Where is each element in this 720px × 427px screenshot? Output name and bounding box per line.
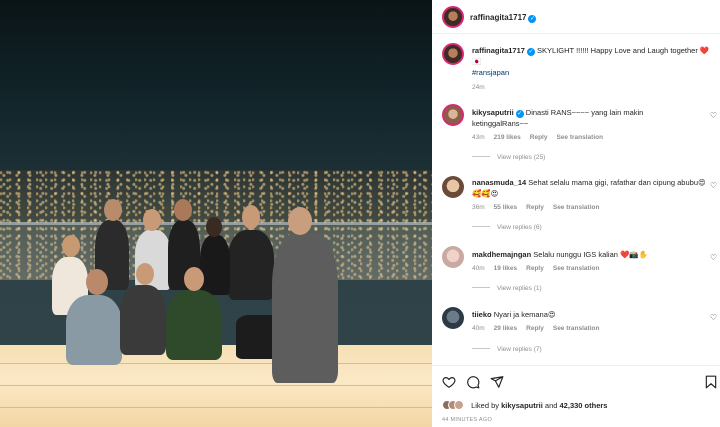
caption: raffinagita1717 ✓ SKYLIGHT !!!!!! Happy L… bbox=[472, 45, 712, 78]
post-timestamp: 44 MINUTES AGO bbox=[442, 417, 493, 423]
heart-icon[interactable] bbox=[442, 375, 456, 389]
reply-button[interactable]: Reply bbox=[530, 134, 548, 141]
comment-meta: 43m 219 likes Reply See translation bbox=[472, 134, 612, 141]
comment-like-heart-icon[interactable]: ♡ bbox=[710, 313, 717, 322]
view-replies-label[interactable]: View replies (6) bbox=[497, 224, 542, 231]
comment-meta: 40m 19 likes Reply See translation bbox=[472, 265, 608, 272]
comment-like-heart-icon[interactable]: ♡ bbox=[710, 253, 717, 262]
comment-time: 36m bbox=[472, 204, 485, 211]
person-head bbox=[104, 199, 122, 221]
person bbox=[166, 290, 222, 360]
comment-likes[interactable]: 19 likes bbox=[494, 265, 518, 272]
comment-time: 40m bbox=[472, 325, 485, 332]
post-header: raffinagita1717 ✓ bbox=[432, 0, 720, 34]
liked-by-and: and bbox=[544, 401, 558, 410]
comment-meta: 36m 55 likes Reply See translation bbox=[472, 204, 608, 211]
bookmark-icon[interactable] bbox=[705, 375, 717, 389]
post-photo[interactable] bbox=[0, 0, 432, 427]
caption-username[interactable]: raffinagita1717 bbox=[472, 46, 525, 55]
view-replies-button[interactable]: View replies (1) bbox=[472, 285, 542, 292]
view-replies-button[interactable]: View replies (25) bbox=[472, 154, 545, 161]
author-username-text[interactable]: raffinagita1717 bbox=[470, 13, 526, 22]
group-of-people bbox=[50, 195, 390, 405]
post-actions bbox=[442, 375, 717, 391]
liker-avatar bbox=[454, 400, 464, 410]
author-avatar[interactable] bbox=[442, 6, 464, 28]
person-head bbox=[143, 209, 161, 231]
floor-seam bbox=[0, 407, 432, 408]
comment-likes[interactable]: 29 likes bbox=[494, 325, 518, 332]
comment-like-heart-icon[interactable]: ♡ bbox=[710, 111, 717, 120]
caption-time: 24m bbox=[472, 84, 485, 91]
comment-like-heart-icon[interactable]: ♡ bbox=[710, 181, 717, 190]
post-sidebar: raffinagita1717 ✓ raffinagita1717 ✓ SKYLIG… bbox=[432, 0, 720, 427]
view-replies-label[interactable]: View replies (7) bbox=[497, 346, 542, 353]
person bbox=[66, 295, 122, 365]
person-head bbox=[206, 217, 222, 237]
person-head bbox=[288, 207, 312, 235]
person bbox=[120, 285, 166, 355]
comment-meta: 40m 29 likes Reply See translation bbox=[472, 325, 608, 332]
commenter-avatar[interactable] bbox=[442, 104, 464, 126]
caption-avatar[interactable] bbox=[442, 43, 464, 65]
view-replies-button[interactable]: View replies (7) bbox=[472, 346, 542, 353]
reply-button[interactable]: Reply bbox=[526, 204, 544, 211]
view-replies-button[interactable]: View replies (6) bbox=[472, 224, 542, 231]
comment: tiieko Nyari ja kemana😍 bbox=[472, 309, 707, 320]
comment-time: 40m bbox=[472, 265, 485, 272]
see-translation-button[interactable]: See translation bbox=[556, 134, 603, 141]
person bbox=[200, 235, 230, 295]
reply-button[interactable]: Reply bbox=[526, 265, 544, 272]
view-replies-label[interactable]: View replies (25) bbox=[497, 154, 545, 161]
replies-divider bbox=[472, 348, 490, 349]
person bbox=[272, 233, 338, 383]
liked-by-user[interactable]: kikysaputrii bbox=[501, 401, 543, 410]
liked-by: Liked by kikysaputrii and 42,330 others bbox=[442, 400, 607, 410]
comment-username[interactable]: tiieko bbox=[472, 310, 492, 319]
author-username[interactable]: raffinagita1717 ✓ bbox=[470, 13, 537, 23]
person-head bbox=[184, 267, 204, 291]
see-translation-button[interactable]: See translation bbox=[553, 204, 600, 211]
hashtag-link[interactable]: #ransjapan bbox=[472, 68, 509, 77]
person-head bbox=[174, 199, 192, 221]
person-head bbox=[86, 269, 108, 295]
share-icon[interactable] bbox=[490, 375, 504, 389]
commenter-avatar[interactable] bbox=[442, 246, 464, 268]
view-replies-label[interactable]: View replies (1) bbox=[497, 285, 542, 292]
comment-text: Selalu nunggu IGS kalian ❤️📸✋ bbox=[533, 250, 649, 259]
replies-divider bbox=[472, 226, 490, 227]
verified-badge-icon: ✓ bbox=[528, 15, 537, 23]
comment: makdhemajngan Selalu nunggu IGS kalian ❤… bbox=[472, 249, 707, 260]
reply-button[interactable]: Reply bbox=[526, 325, 544, 332]
likes-count[interactable]: 42,330 others bbox=[560, 401, 608, 410]
see-translation-button[interactable]: See translation bbox=[553, 265, 600, 272]
comment-username[interactable]: makdhemajngan bbox=[472, 250, 531, 259]
comment-username[interactable]: nanasmuda_14 bbox=[472, 178, 526, 187]
comment-likes[interactable]: 55 likes bbox=[494, 204, 518, 211]
comment-time: 43m bbox=[472, 134, 485, 141]
comment-username[interactable]: kikysaputrii bbox=[472, 108, 514, 117]
comment-likes[interactable]: 219 likes bbox=[494, 134, 521, 141]
night-sky bbox=[0, 0, 432, 180]
person bbox=[228, 230, 274, 300]
person-head bbox=[62, 235, 80, 257]
commenter-avatar[interactable] bbox=[442, 307, 464, 329]
comment-icon[interactable] bbox=[466, 375, 480, 389]
actions-divider bbox=[432, 365, 720, 366]
replies-divider bbox=[472, 156, 490, 157]
verified-badge-icon: ✓ bbox=[526, 48, 535, 56]
comment: nanasmuda_14 Sehat selalu mama gigi, raf… bbox=[472, 177, 707, 199]
verified-badge-icon: ✓ bbox=[515, 110, 524, 118]
person-head bbox=[242, 205, 260, 229]
commenter-avatar[interactable] bbox=[442, 176, 464, 198]
comment-text: Nyari ja kemana😍 bbox=[493, 310, 556, 319]
liked-by-prefix: Liked by bbox=[471, 401, 500, 410]
person-head bbox=[136, 263, 154, 285]
replies-divider bbox=[472, 287, 490, 288]
see-translation-button[interactable]: See translation bbox=[553, 325, 600, 332]
comment: kikysaputrii ✓ Dinasti RANS~~~~ yang lain… bbox=[472, 107, 697, 129]
